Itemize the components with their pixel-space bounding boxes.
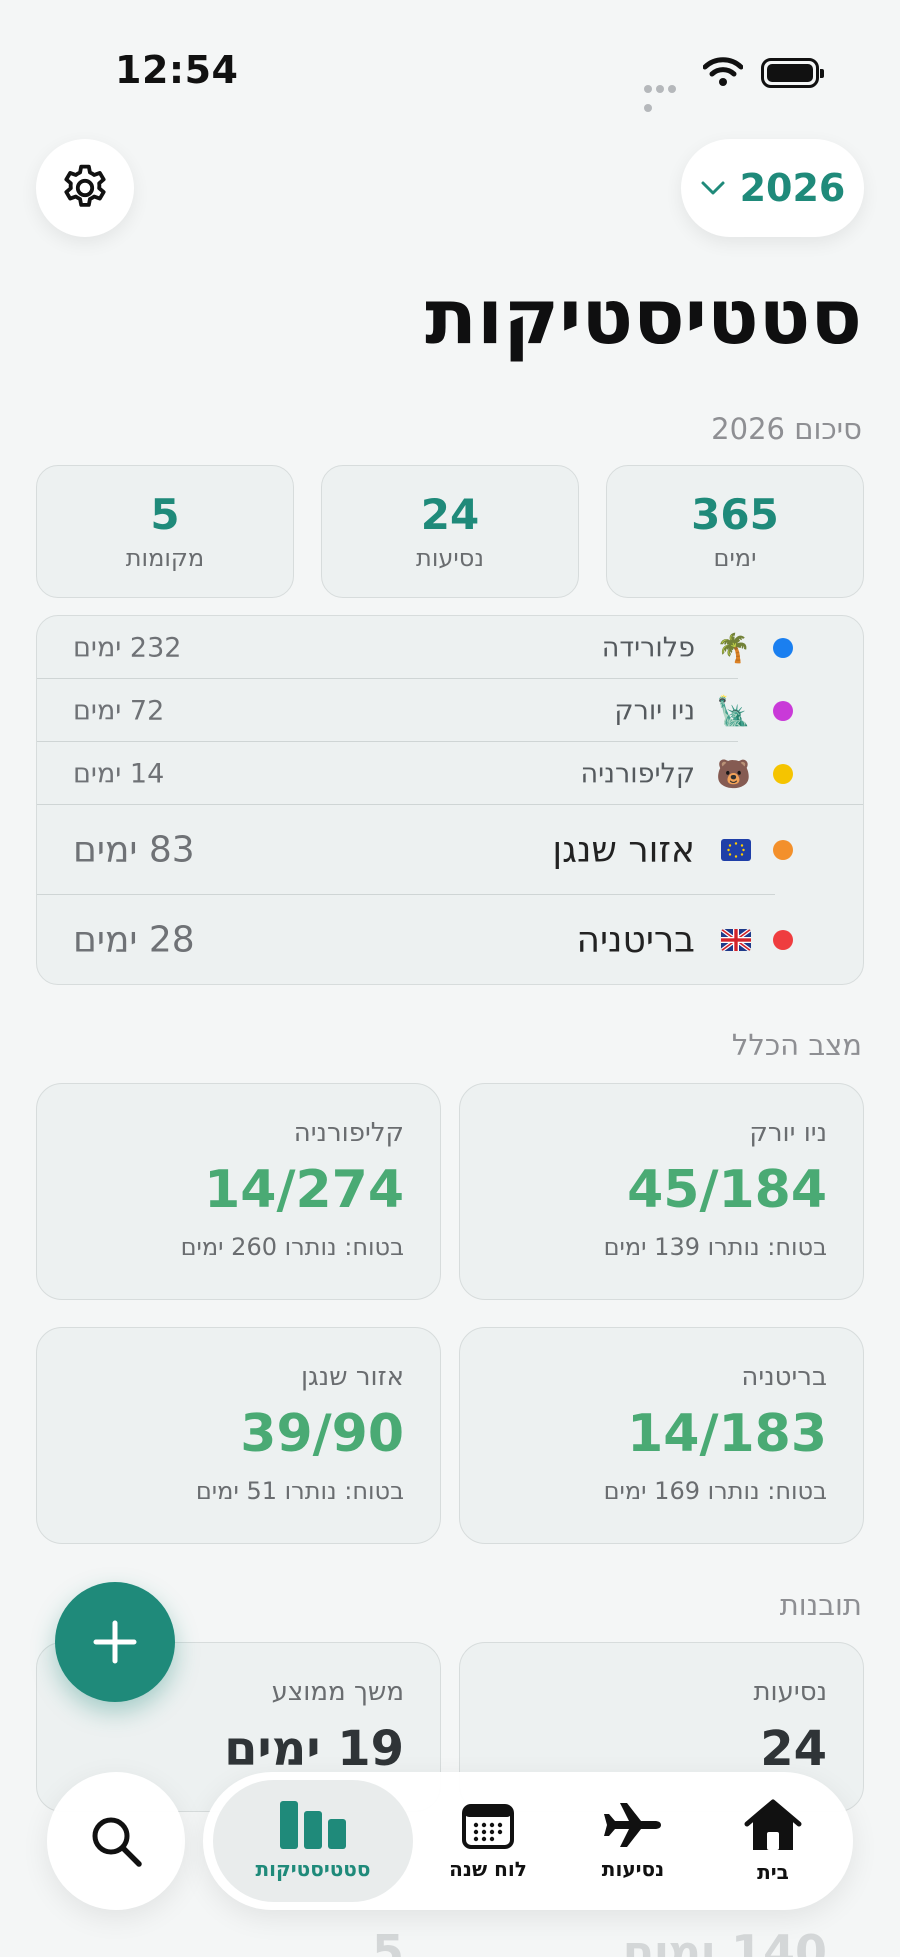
- rule-card-value: 39/90: [240, 1404, 404, 1464]
- location-name: ניו יורק: [614, 695, 695, 726]
- location-name: פלורידה: [601, 632, 695, 663]
- summary-value: 365: [691, 490, 779, 539]
- summary-card-places: 5 מקומות: [36, 465, 294, 598]
- page-title: סטטיסטיקות: [425, 272, 862, 361]
- rule-card-safe-text: בטוח: נותרו 169 ימים: [603, 1477, 827, 1506]
- location-row-britain[interactable]: בריטניה 28 ימים: [37, 895, 863, 984]
- summary-section-label: סיכום 2026: [711, 412, 862, 446]
- rule-card-value: 45/184: [627, 1160, 827, 1220]
- rule-card-safe-text: בטוח: נותרו 51 ימים: [195, 1477, 404, 1506]
- year-value: 2026: [739, 166, 846, 210]
- insight-card-value: 24: [760, 1721, 827, 1777]
- rule-card-schengen[interactable]: אזור שנגן 39/90 בטוח: נותרו 51 ימים: [36, 1327, 441, 1544]
- color-dot: [773, 763, 793, 784]
- location-row-florida[interactable]: 🌴 פלורידה 232 ימים: [37, 616, 863, 679]
- status-time: 12:54: [115, 48, 239, 92]
- location-days: 83 ימים: [73, 829, 195, 871]
- insight-value-faded: 5: [372, 1925, 405, 1957]
- location-name: בריטניה: [576, 919, 695, 961]
- rule-card-title: ניו יורק: [749, 1118, 827, 1148]
- summary-value: 24: [420, 490, 480, 539]
- location-row-schengen[interactable]: אזור שנגן 83 ימים: [37, 805, 863, 895]
- rule-card-new-york[interactable]: ניו יורק 45/184 בטוח: נותרו 139 ימים: [459, 1083, 864, 1300]
- calendar-icon: [462, 1804, 514, 1849]
- palm-tree-icon: 🌴: [716, 631, 751, 664]
- rule-card-value: 14/274: [204, 1160, 404, 1220]
- tab-label: בית: [757, 1860, 789, 1884]
- insights-section-label: תובנות: [779, 1588, 862, 1622]
- tab-label: סטטיסטיקות: [255, 1857, 371, 1881]
- tab-home[interactable]: בית: [703, 1780, 843, 1902]
- summary-value: 5: [150, 490, 180, 539]
- tab-trips[interactable]: נסיעות: [563, 1780, 703, 1902]
- color-dot: [773, 840, 793, 860]
- tab-bar: סטטיסטיקות לוח שנה נסיעות בית: [203, 1772, 853, 1910]
- add-trip-button[interactable]: [55, 1582, 175, 1702]
- summary-label: נסיעות: [416, 544, 484, 573]
- location-row-new-york[interactable]: 🗽 ניו יורק 72 ימים: [37, 679, 863, 742]
- insight-card-title: נסיעות: [753, 1677, 827, 1707]
- tab-label: לוח שנה: [449, 1857, 527, 1881]
- uk-flag-icon: [721, 929, 751, 951]
- rule-card-title: בריטניה: [741, 1362, 827, 1392]
- tab-label: נסיעות: [601, 1857, 665, 1881]
- rule-card-britain[interactable]: בריטניה 14/183 בטוח: נותרו 169 ימים: [459, 1327, 864, 1544]
- gear-icon: [64, 164, 106, 207]
- summary-card-days: 365 ימים: [606, 465, 864, 598]
- settings-button[interactable]: [36, 139, 134, 237]
- statue-of-liberty-icon: 🗽: [716, 694, 751, 727]
- location-days: 232 ימים: [73, 632, 182, 663]
- rule-card-california[interactable]: קליפורניה 14/274 בטוח: נותרו 260 ימים: [36, 1083, 441, 1300]
- location-days: 14 ימים: [73, 758, 165, 789]
- battery-icon: [761, 58, 824, 88]
- color-dot: [773, 637, 793, 658]
- bear-icon: 🐻: [716, 757, 751, 790]
- locations-list: 🌴 פלורידה 232 ימים 🗽 ניו יורק 72 ימים 🐻 …: [36, 615, 864, 985]
- summary-label: ימים: [713, 544, 757, 573]
- wifi-icon: [703, 57, 743, 86]
- search-icon: [92, 1817, 142, 1867]
- plus-icon: [93, 1620, 137, 1664]
- insight-card-value: 19 ימים: [224, 1721, 404, 1777]
- rule-card-title: קליפורניה: [293, 1118, 404, 1148]
- rule-status-section-label: מצב הכלל: [731, 1028, 862, 1062]
- rule-card-title: אזור שנגן: [300, 1362, 404, 1392]
- summary-card-trips: 24 נסיעות: [321, 465, 579, 598]
- rule-card-value: 14/183: [627, 1404, 827, 1464]
- rule-card-safe-text: בטוח: נותרו 260 ימים: [180, 1233, 404, 1262]
- year-selector[interactable]: 2026: [681, 139, 864, 237]
- location-name: קליפורניה: [580, 758, 696, 789]
- signal-icon: [644, 78, 690, 112]
- color-dot: [773, 930, 793, 950]
- house-icon: [744, 1799, 802, 1850]
- location-name: אזור שנגן: [552, 829, 695, 871]
- summary-label: מקומות: [125, 544, 205, 573]
- color-dot: [773, 700, 793, 721]
- rule-card-safe-text: בטוח: נותרו 139 ימים: [603, 1233, 827, 1262]
- chevron-down-icon: [701, 181, 725, 195]
- location-days: 28 ימים: [73, 919, 195, 961]
- tab-calendar[interactable]: לוח שנה: [418, 1780, 558, 1902]
- location-days: 72 ימים: [73, 695, 165, 726]
- search-button[interactable]: [47, 1772, 185, 1910]
- location-row-california[interactable]: 🐻 קליפורניה 14 ימים: [37, 742, 863, 805]
- eu-flag-icon: [721, 839, 751, 861]
- bar-chart-icon: [280, 1801, 346, 1849]
- airplane-icon: [604, 1803, 661, 1847]
- tab-statistics[interactable]: סטטיסטיקות: [213, 1780, 413, 1902]
- insight-value-faded: 140 ימים: [622, 1925, 827, 1957]
